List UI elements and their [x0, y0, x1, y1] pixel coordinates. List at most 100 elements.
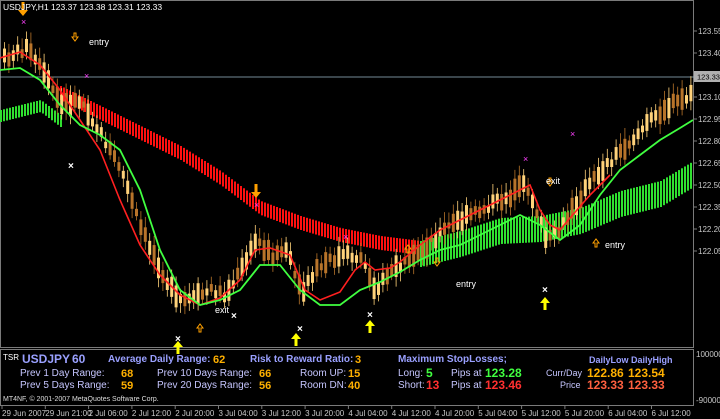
red-band-bar [312, 219, 314, 234]
candle-body [658, 106, 662, 125]
red-band-bar [192, 153, 194, 168]
red-band-bar [225, 174, 227, 189]
chart-window[interactable]: × × × × × × × × × × × × entry exit entry exit entry… [0, 0, 720, 419]
time-axis[interactable]: 29 Jun 2007 29 Jun 21:002 Jul 06:00 2 Jul … [1, 406, 691, 418]
green-band-bar [618, 191, 620, 218]
red-band-bar [159, 135, 161, 150]
candle-body [623, 138, 627, 160]
x-marker: × [231, 311, 237, 322]
candle-body [306, 275, 310, 286]
candle-body [337, 246, 341, 267]
candle-body [253, 233, 257, 252]
candle-body [73, 92, 77, 108]
red-band-bar [384, 236, 386, 251]
green-band-bar [639, 186, 641, 213]
red-band-bar [237, 183, 239, 198]
red-band-bar [207, 162, 209, 177]
green-band-bar [660, 181, 662, 207]
green-band-bar [510, 217, 512, 244]
green-band-bar [3, 109, 5, 122]
magenta-marker: × [21, 17, 26, 27]
candle-body [614, 147, 618, 160]
green-band-bar [651, 183, 653, 210]
candle-body [526, 187, 530, 196]
red-band-bar [210, 164, 212, 179]
green-band-bar [6, 108, 8, 121]
time-tick-label: 4 Jul 12:00 [392, 409, 432, 418]
red-band-bar [357, 231, 359, 246]
prev20-value: 56 [259, 380, 271, 392]
prev1-value: 68 [121, 368, 133, 380]
price-label: Price [560, 380, 581, 390]
time-tick-label: 6 Jul 04:00 [608, 409, 648, 418]
chart-title: USDJPY,H1 123.37 123.38 123.31 123.33 [3, 2, 162, 12]
red-band-bar [183, 147, 185, 162]
candle-body [509, 189, 512, 208]
green-band-bar [489, 221, 491, 248]
red-band-bar [144, 128, 146, 142]
price-high-value: 123.33 [628, 378, 665, 392]
green-band-bar [0, 110, 2, 122]
price-axis[interactable]: 123.55123.40123.25123.10122.95122.80122.… [694, 27, 720, 256]
green-band-bar [621, 190, 623, 217]
candle-body [333, 255, 336, 268]
green-band-bar [51, 108, 53, 121]
red-band-bar [213, 166, 215, 181]
time-tick-label: 2 Jul 20:00 [175, 409, 215, 418]
candle-body [3, 48, 6, 63]
candle-body [465, 205, 468, 224]
green-band-bar [648, 184, 650, 210]
red-band-bar [381, 236, 383, 251]
red-band-bar [303, 216, 305, 231]
candle-body [385, 268, 389, 285]
red-band-bar [270, 204, 272, 219]
green-band-bar [525, 216, 527, 243]
rr-value: 3 [355, 354, 361, 366]
green-band-bar [27, 103, 29, 116]
candle-body [685, 95, 688, 104]
green-band-bar [9, 107, 11, 120]
red-band-bar [276, 207, 278, 221]
candle-body [328, 253, 332, 263]
red-band-bar [204, 161, 206, 175]
red-band-bar [333, 225, 335, 240]
red-band-bar [99, 105, 101, 120]
pips-at-long-label: Pips at [451, 368, 482, 379]
small-up-arrow-icon [196, 323, 204, 333]
candle-body [262, 240, 266, 261]
tsr-indicator-panel: TSR USDJPY 60 Average Daily Range: 62 Ri… [3, 352, 673, 403]
candle-body [346, 245, 350, 259]
red-band-bar [378, 235, 380, 250]
candle-body [632, 134, 636, 146]
green-band-bar [666, 177, 668, 204]
adr-value: 62 [213, 354, 225, 366]
candle-body [671, 93, 675, 109]
candle-body [434, 232, 438, 249]
magenta-marker: × [343, 232, 348, 242]
candle-body [258, 238, 262, 246]
red-band-bar [177, 144, 179, 159]
candle-body [368, 267, 372, 287]
green-band-bar [609, 195, 611, 222]
price-tick-label: 122.65 [698, 159, 720, 168]
current-price-value: 123.33 [697, 73, 720, 82]
candle-body [636, 128, 640, 140]
green-band-bar [636, 187, 638, 213]
candle-body [627, 140, 631, 149]
green-band-bar [672, 173, 674, 200]
candle-body [341, 249, 345, 260]
entry-label-1: entry [89, 37, 110, 47]
time-tick-label: 2 Jul 12:00 [132, 409, 172, 418]
time-tick-label: 3 Jul 04:00 [219, 409, 259, 418]
green-band-bar [642, 185, 644, 212]
candle-body [174, 285, 178, 308]
green-band-bar [501, 217, 503, 244]
green-band-bar [588, 204, 590, 231]
candle-body [284, 242, 288, 258]
candle-body [676, 94, 680, 107]
price-chart[interactable]: ×××××××××××× entry exit entry exit entry… [0, 0, 720, 419]
pips-short-value: 123.46 [485, 378, 522, 392]
small-down-arrow-icon [71, 32, 79, 42]
prev10-value: 66 [259, 368, 271, 380]
green-band-bar [681, 168, 683, 195]
